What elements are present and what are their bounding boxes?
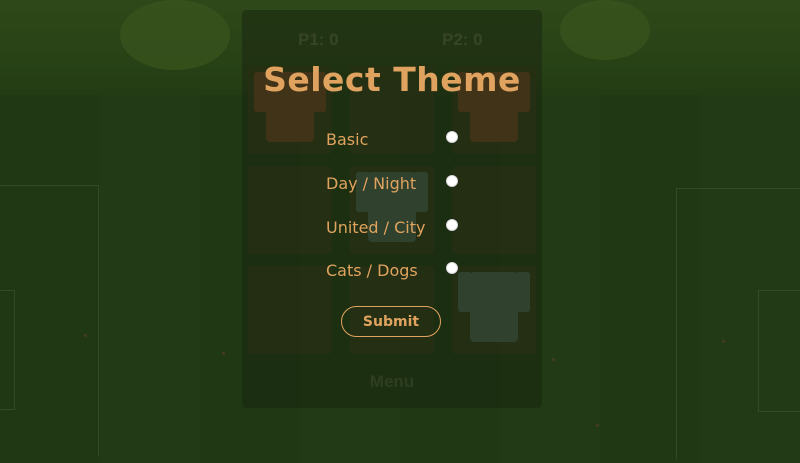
submit-button[interactable]: Submit [341,306,441,337]
radio-button[interactable] [446,175,458,187]
theme-option-label: Basic [326,129,369,149]
theme-option-label: United / City [326,217,426,237]
theme-option-basic[interactable]: Basic [326,126,466,152]
radio-button[interactable] [446,219,458,231]
theme-option-label: Day / Night [326,173,417,193]
theme-option-united-city[interactable]: United / City [326,214,466,240]
theme-option-label: Cats / Dogs [326,260,418,280]
theme-select-modal: Select Theme Basic Day / Night United / … [0,0,800,463]
theme-option-day-night[interactable]: Day / Night [326,170,466,196]
radio-button[interactable] [446,131,458,143]
theme-option-cats-dogs[interactable]: Cats / Dogs [326,257,466,283]
modal-title: Select Theme [263,60,521,99]
radio-button[interactable] [446,262,458,274]
